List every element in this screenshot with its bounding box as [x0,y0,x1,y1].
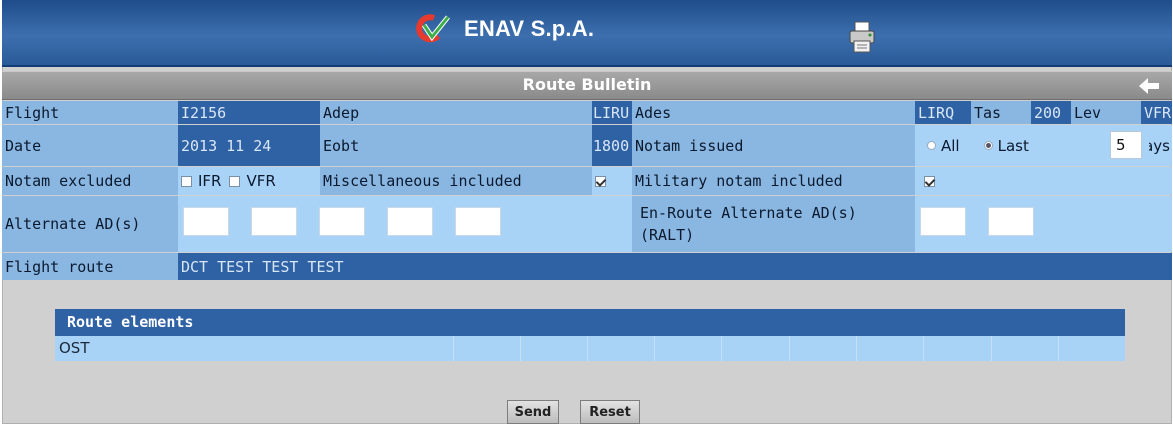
brand-name: ENAV S.p.A. [464,16,595,41]
enroute-alternate-label: En-Route Alternate AD(s) (RALT) [632,196,915,252]
date-field[interactable]: 2013 11 24 [178,125,320,166]
alternate-input-2[interactable] [251,207,297,236]
ifr-checkbox[interactable] [181,175,192,187]
alternate-input-4[interactable] [387,207,433,236]
ades-label: Ades [632,101,915,124]
days-input[interactable]: 5 [1110,131,1142,159]
brand: ENAV S.p.A. [416,12,594,46]
enroute-alternate-label-line2: (RALT) [640,226,695,244]
lev-label: Lev [1071,101,1141,124]
alternate-input-1[interactable] [183,207,229,236]
ifr-label: IFR [198,172,222,190]
all-radio[interactable] [927,141,936,150]
last-radio-label: Last [997,136,1029,155]
alternate-input-5[interactable] [455,207,501,236]
route-element-cell[interactable] [923,336,991,361]
flight-label: Flight [2,101,178,124]
route-element-cell[interactable] [654,336,721,361]
route-element-cell[interactable] [856,336,923,361]
alternate-label: Alternate AD(s) [2,196,178,252]
alternate-input-3[interactable] [319,207,365,236]
route-element-cell[interactable] [721,336,789,361]
military-included-label: Military notam included [632,167,915,195]
ralt-inputs [915,196,1172,252]
all-radio-label: All [941,136,960,155]
page-title: Route Bulletin [522,75,652,94]
route-element-cell[interactable] [520,336,587,361]
flight-route-field[interactable]: DCT TEST TEST TEST [178,253,1172,280]
date-row: Date 2013 11 24 Eobt 1800 Notam issued A… [2,125,1172,166]
tas-label: Tas [971,101,1031,124]
page-title-bar: Route Bulletin [2,71,1172,100]
arrow-left-icon[interactable] [1136,74,1162,98]
date-label: Date [2,125,178,166]
adep-field[interactable]: LIRU [592,101,632,124]
ades-field[interactable]: LIRQ [915,101,971,124]
alternate-row: Alternate AD(s) En-Route Alternate AD(s)… [2,196,1172,252]
eobt-field[interactable]: 1800 [592,125,632,166]
last-radio[interactable] [983,141,993,150]
route-element-cell[interactable] [1058,336,1125,361]
flight-field[interactable]: I2156 [178,101,320,124]
military-included-checkbox[interactable] [924,175,935,187]
route-element-cell[interactable] [453,336,520,361]
notam-issued-label: Notam issued [632,125,915,166]
adep-label: Adep [320,101,592,124]
flight-route-row: Flight route DCT TEST TEST TEST [2,253,1172,280]
route-elements-row: OST [55,336,1125,361]
app-header: ENAV S.p.A. [2,0,1172,67]
tas-field[interactable]: 200 [1031,101,1071,124]
enroute-alternate-label-line1: En-Route Alternate AD(s) [640,204,857,222]
alternate-inputs [178,196,632,252]
route-element-cell[interactable] [587,336,654,361]
ralt-input-1[interactable] [920,207,966,236]
misc-included-checkbox[interactable] [595,175,606,187]
eobt-label: Eobt [320,125,592,166]
send-button[interactable]: Send [507,400,559,424]
lev-field[interactable]: VFR [1141,101,1172,124]
days-label: days [1149,136,1170,155]
enav-logo-icon [416,14,450,43]
route-element-cell[interactable] [789,336,856,361]
vfr-checkbox[interactable] [229,175,241,187]
route-element-cell[interactable]: OST [55,336,453,361]
misc-included-label: Miscellaneous included [320,167,592,195]
vfr-label: VFR [246,172,276,190]
flight-row: Flight I2156 Adep LIRU Ades LIRQ Tas 200… [2,101,1172,124]
misc-cell [592,167,632,195]
notam-excluded-options: IFR VFR [178,167,320,195]
military-cell [915,167,1172,195]
route-element-cell[interactable] [991,336,1058,361]
flight-route-label: Flight route [2,253,178,280]
notam-excluded-label: Notam excluded [2,167,178,195]
ralt-input-2[interactable] [988,207,1034,236]
notam-row: Notam excluded IFR VFR Miscellaneous inc… [2,167,1172,195]
reset-button[interactable]: Reset [580,400,640,424]
route-elements-header: Route elements [55,309,1125,336]
printer-icon[interactable] [848,20,876,54]
